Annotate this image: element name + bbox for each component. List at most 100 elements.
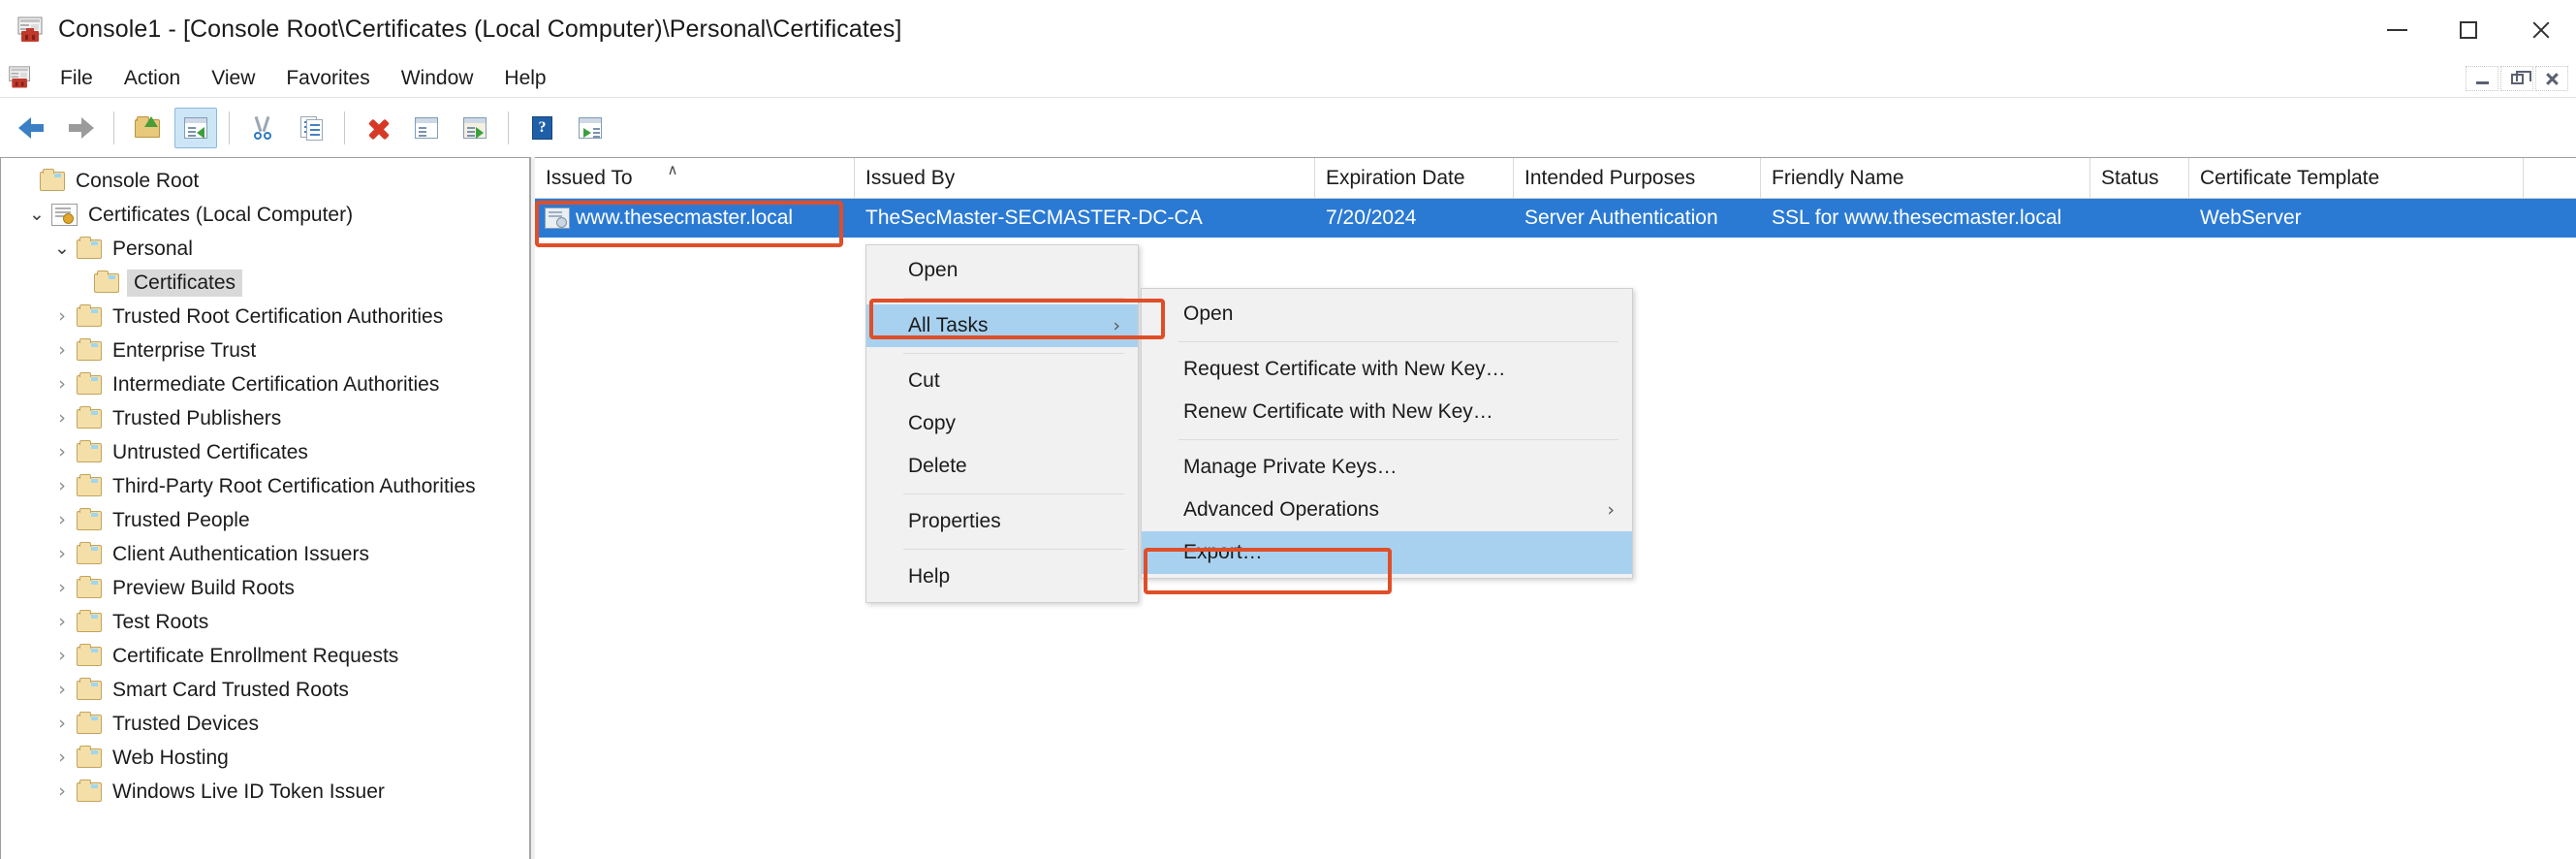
chevron-right-icon[interactable]: ›: [47, 613, 77, 631]
chevron-down-icon[interactable]: ⌄: [47, 239, 77, 258]
mdi-minimize-button[interactable]: [2466, 66, 2498, 91]
title-bar: Console1 - [Console Root\Certificates (L…: [0, 0, 2576, 60]
chevron-right-icon[interactable]: ›: [47, 647, 77, 665]
submenu-item-export[interactable]: Export…: [1142, 531, 1632, 574]
toolbar-separator: [229, 111, 230, 144]
tree-node-smart-card-trusted-roots[interactable]: › Smart Card Trusted Roots: [1, 673, 529, 707]
tree-node-trusted-publishers[interactable]: › Trusted Publishers: [1, 401, 529, 435]
toolbar-up-one-level-button[interactable]: [126, 108, 169, 148]
tree-node-label: Web Hosting: [112, 746, 229, 769]
tree-node-trusted-root-certification-authorities[interactable]: › Trusted Root Certification Authorities: [1, 300, 529, 334]
column-header-issued-to[interactable]: ∧ Issued To: [535, 158, 855, 198]
submenu-item-manage-private-keys[interactable]: Manage Private Keys…: [1142, 446, 1632, 489]
tree-node-untrusted-certificates[interactable]: › Untrusted Certificates: [1, 435, 529, 469]
tree-node-enterprise-trust[interactable]: › Enterprise Trust: [1, 334, 529, 367]
submenu-item-advanced-operations[interactable]: Advanced Operations ›: [1142, 489, 1632, 531]
tree-node-console-root[interactable]: › Console Root: [1, 164, 529, 198]
tree-node-label: Untrusted Certificates: [112, 440, 308, 463]
chevron-right-icon[interactable]: ›: [47, 477, 77, 495]
tree-node-personal[interactable]: ⌄ Personal: [1, 232, 529, 266]
menu-window[interactable]: Window: [386, 64, 489, 93]
chevron-none-icon: ›: [11, 172, 40, 190]
maximize-button[interactable]: [2433, 0, 2504, 60]
submenu-separator: [1178, 439, 1618, 440]
system-menu-icon[interactable]: [8, 66, 33, 91]
folder-icon: [77, 541, 102, 564]
submenu-item-request-certificate-with-new-key[interactable]: Request Certificate with New Key…: [1142, 348, 1632, 391]
context-menu-item-all-tasks[interactable]: All Tasks ›: [866, 304, 1138, 347]
submenu-item-renew-certificate-with-new-key[interactable]: Renew Certificate with New Key…: [1142, 391, 1632, 433]
chevron-right-icon[interactable]: ›: [47, 545, 77, 563]
context-menu-item-cut[interactable]: Cut: [866, 360, 1138, 402]
cell-intended-purposes: Server Authentication: [1524, 207, 1718, 229]
mdi-close-button[interactable]: [2535, 66, 2568, 91]
red-x-icon: [363, 114, 393, 142]
chevron-down-icon[interactable]: ⌄: [22, 206, 51, 224]
tree-node-label: Trusted People: [112, 508, 250, 531]
toolbar-help-button[interactable]: ?: [520, 108, 563, 148]
column-header-expiration-date[interactable]: Expiration Date: [1315, 158, 1514, 198]
context-menu-item-open[interactable]: Open: [866, 249, 1138, 292]
tree-node-windows-live-id-token-issuer[interactable]: › Windows Live ID Token Issuer: [1, 775, 529, 809]
chevron-right-icon[interactable]: ›: [47, 782, 77, 801]
table-row[interactable]: www.thesecmaster.local TheSecMaster-SECM…: [535, 199, 2576, 238]
tree-node-preview-build-roots[interactable]: › Preview Build Roots: [1, 571, 529, 605]
context-menu-item-delete[interactable]: Delete: [866, 445, 1138, 488]
mdi-restore-button[interactable]: [2500, 66, 2533, 91]
folder-icon: [77, 405, 102, 429]
chevron-right-icon[interactable]: ›: [47, 341, 77, 360]
toolbar-show-hide-tree-button[interactable]: [174, 107, 217, 148]
context-menu: Open All Tasks › Cut Copy Delete Propert…: [865, 244, 1139, 603]
context-menu-item-copy[interactable]: Copy: [866, 402, 1138, 445]
submenu-item-open[interactable]: Open: [1142, 293, 1632, 335]
folder-icon: [77, 677, 102, 700]
column-header-status[interactable]: Status: [2090, 158, 2189, 198]
tree-node-certificate-enrollment-requests[interactable]: › Certificate Enrollment Requests: [1, 639, 529, 673]
chevron-right-icon[interactable]: ›: [47, 443, 77, 461]
minimize-icon: [2386, 29, 2407, 31]
toolbar-action-pane-button[interactable]: [569, 108, 612, 148]
column-header-friendly-name[interactable]: Friendly Name: [1761, 158, 2090, 198]
tree-node-trusted-people[interactable]: › Trusted People: [1, 503, 529, 537]
chevron-right-icon[interactable]: ›: [47, 409, 77, 428]
menu-help[interactable]: Help: [488, 64, 561, 93]
tree-node-trusted-devices[interactable]: › Trusted Devices: [1, 707, 529, 741]
toolbar-properties-button[interactable]: [405, 108, 448, 148]
chevron-right-icon[interactable]: ›: [47, 375, 77, 394]
chevron-right-icon[interactable]: ›: [47, 748, 77, 767]
chevron-right-icon[interactable]: ›: [47, 579, 77, 597]
toolbar-delete-button[interactable]: [357, 108, 399, 148]
toolbar-cut-button[interactable]: [241, 108, 284, 148]
tree-node-third-party-root-certification-authorities[interactable]: › Third-Party Root Certification Authori…: [1, 469, 529, 503]
column-header-issued-by[interactable]: Issued By: [855, 158, 1315, 198]
menu-view[interactable]: View: [196, 64, 270, 93]
chevron-right-icon[interactable]: ›: [47, 511, 77, 529]
column-header-intended-purposes[interactable]: Intended Purposes: [1514, 158, 1761, 198]
menu-file[interactable]: File: [45, 64, 109, 93]
tree-node-test-roots[interactable]: › Test Roots: [1, 605, 529, 639]
column-header-label: Issued To: [546, 166, 633, 189]
close-button[interactable]: [2504, 0, 2576, 60]
tree-node-certificates[interactable]: › Certificates: [1, 266, 529, 300]
tree-node-intermediate-certification-authorities[interactable]: › Intermediate Certification Authorities: [1, 367, 529, 401]
chevron-right-icon[interactable]: ›: [47, 715, 77, 733]
toolbar-forward-button[interactable]: [59, 108, 102, 148]
toolbar-copy-button[interactable]: [290, 108, 332, 148]
toolbar-back-button[interactable]: [11, 108, 53, 148]
toolbar-export-list-button[interactable]: [454, 108, 496, 148]
minimize-button[interactable]: [2361, 0, 2433, 60]
folder-icon: [77, 575, 102, 598]
tree-node-web-hosting[interactable]: › Web Hosting: [1, 741, 529, 775]
menu-action[interactable]: Action: [109, 64, 196, 93]
context-menu-item-help[interactable]: Help: [866, 556, 1138, 598]
chevron-right-icon[interactable]: ›: [47, 307, 77, 326]
tree-node-client-authentication-issuers[interactable]: › Client Authentication Issuers: [1, 537, 529, 571]
menu-favorites[interactable]: Favorites: [270, 64, 385, 93]
scissors-icon: [248, 114, 277, 142]
context-menu-item-properties[interactable]: Properties: [866, 500, 1138, 543]
window-title: Console1 - [Console Root\Certificates (L…: [58, 16, 902, 43]
chevron-right-icon[interactable]: ›: [47, 681, 77, 699]
column-header-certificate-template[interactable]: Certificate Template: [2189, 158, 2524, 198]
cell-issued-by: TheSecMaster-SECMASTER-DC-CA: [865, 207, 1203, 229]
tree-node-certificates-local-computer[interactable]: ⌄ Certificates (Local Computer): [1, 198, 529, 232]
